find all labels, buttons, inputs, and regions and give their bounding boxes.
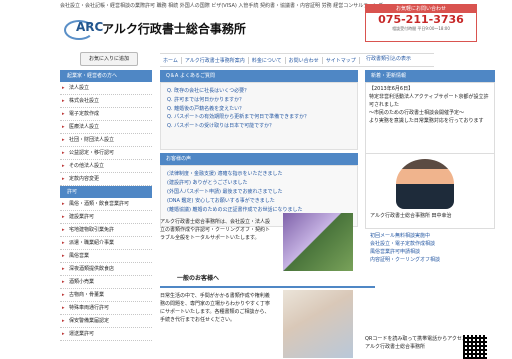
qa-list: Q. 既存の会社に社長はいくつ必要？ Q. 許可までは何日かかりますか？ Q. …: [160, 82, 358, 150]
qa-item[interactable]: Q. 許可までは何日かかりますか？: [167, 96, 353, 105]
flower-image: [283, 213, 353, 271]
news-title: 新着・更新情報: [365, 70, 495, 82]
left-sidebar-permit-title: 許可: [60, 186, 152, 198]
phone-box: お気軽にお問い合わせ 075-211-3736 相談受付時間 平日9:00〜18…: [365, 4, 477, 42]
left-item-11[interactable]: 宅地建物取引業免許: [60, 224, 152, 237]
qa-item[interactable]: Q. パスポートの有効期限から更新まで何日で準備できますか？: [167, 113, 353, 122]
mobile-contact: QRコードを読み取って携帯電話からアクセスできます アルク行政書士総合事務所: [365, 335, 495, 359]
nav-pricing[interactable]: 料金について: [249, 56, 286, 64]
nav-sitemap[interactable]: サイトマップ: [323, 56, 360, 64]
left-item-14[interactable]: 深夜酒類提供飲食店: [60, 263, 152, 276]
voice-title: お客様の声: [160, 153, 358, 165]
voice-item[interactable]: (DNA 鑑定) 安心してお願いする事ができました: [167, 197, 352, 206]
news-item[interactable]: 特定非営利活動法人アクティブサポート京都が設立許可されました: [369, 93, 491, 109]
logo-name: アルク行政書士総合事務所: [102, 21, 246, 36]
phone-number[interactable]: 075-211-3736: [366, 13, 476, 26]
service-link[interactable]: 会社設立・電子定款作成相談: [370, 240, 490, 248]
left-item-6[interactable]: その他法人設立: [60, 160, 152, 173]
service-links: 初回メール無料相談実施中 会社設立・電子定款作成相談 風俗営業許可申請相談 内容…: [365, 229, 495, 267]
voice-item[interactable]: (建設許可) ありがとうございました: [167, 179, 352, 188]
right-sidebar: 新着・更新情報 【2013年6月6日】 特定非営利活動法人アクティブサポート京都…: [365, 70, 495, 359]
news-list: 【2013年6月6日】 特定非営利活動法人アクティブサポート京都が設立許可されま…: [365, 82, 495, 154]
main-content: Q＆A よくあるご質問 Q. 既存の会社に社長はいくつ必要？ Q. 許可までは何…: [160, 70, 375, 358]
nav-contact[interactable]: お問い合わせ: [286, 56, 323, 64]
left-item-12[interactable]: 派遣・職業紹介事業: [60, 237, 152, 250]
left-item-16[interactable]: 古物商・骨董業: [60, 289, 152, 302]
voice-item[interactable]: (法律制度・金融支援) 適確な指示をいただきました: [167, 170, 352, 179]
profile-name: アルク行政書士総合事務所 田中幸治: [370, 213, 452, 219]
left-item-0[interactable]: 法人設立: [60, 82, 152, 95]
profile-card: アルク行政書士総合事務所 田中幸治: [365, 154, 495, 229]
news-item: 【2013年6月6日】: [369, 86, 414, 92]
site-logo[interactable]: ARC アルク行政書士総合事務所: [64, 15, 294, 41]
welcome-title: 一般のお客様へ: [160, 272, 375, 288]
nav-right-link[interactable]: 行政書類引込の表示: [366, 53, 496, 65]
left-item-15[interactable]: 酒類小売業: [60, 276, 152, 289]
left-item-13[interactable]: 風俗営業: [60, 250, 152, 263]
left-item-5[interactable]: 公益認定・移行認可: [60, 147, 152, 160]
qa-title: Q＆A よくあるご質問: [160, 70, 358, 82]
left-item-1[interactable]: 株式会社設立: [60, 95, 152, 108]
left-item-4[interactable]: 社団・財団法人設立: [60, 134, 152, 147]
news-item: より実務を意識した日常業務対応を行っております: [369, 118, 484, 124]
voice-item[interactable]: (外国人パスポート申請) 最後までお疲れさまでした: [167, 188, 352, 197]
welcome-body: 日常生活の中で、手間がかかる書類作成や権利義務の問題を、専門家の立場からわかりや…: [160, 293, 271, 323]
add-favorite-button[interactable]: お気に入りに追加: [80, 52, 138, 66]
left-item-7[interactable]: 定款内容変更: [60, 173, 152, 186]
qa-item[interactable]: Q. 離婚後の戸籍名義を変えたい？: [167, 105, 353, 114]
left-sidebar: 起業家・経営者の方へ 法人設立 株式会社設立 電子定款作成 医療法人設立 社団・…: [60, 70, 152, 358]
left-item-9[interactable]: 風俗・酒類・飲食営業許可: [60, 198, 152, 211]
qr-code-icon: [463, 335, 487, 359]
qa-item[interactable]: Q. パスポートの受け取りは日本で可能ですか？: [167, 122, 353, 131]
service-link[interactable]: 初回メール無料相談実施中: [370, 232, 490, 240]
phone-header: お気軽にお問い合わせ: [366, 5, 476, 13]
left-item-17[interactable]: 特殊車両通行許可: [60, 302, 152, 315]
news-item: 〜市民のための行政書士相談会開催予定〜: [369, 110, 465, 116]
phone-note: 相談受付時間 平日9:00〜18:00: [392, 26, 450, 31]
service-link[interactable]: 風俗営業許可申請相談: [370, 248, 490, 256]
left-item-2[interactable]: 電子定款作成: [60, 108, 152, 121]
nav-home[interactable]: ホーム: [160, 56, 182, 64]
left-item-3[interactable]: 医療法人設立: [60, 121, 152, 134]
logo-mark: ARC: [64, 18, 103, 40]
portrait-image: [396, 159, 454, 209]
left-item-10[interactable]: 建設業許可: [60, 211, 152, 224]
people-image: [283, 290, 353, 358]
nav-office[interactable]: アルク行政書士事務所案内: [182, 56, 249, 64]
left-item-18[interactable]: 保安警備業届認定: [60, 315, 152, 328]
left-sidebar-title: 起業家・経営者の方へ: [60, 70, 152, 82]
qa-item[interactable]: Q. 既存の会社に社長はいくつ必要？: [167, 87, 353, 96]
left-item-19[interactable]: 運送業許可: [60, 328, 152, 341]
service-link[interactable]: 内容証明・クーリングオフ相談: [370, 256, 490, 264]
